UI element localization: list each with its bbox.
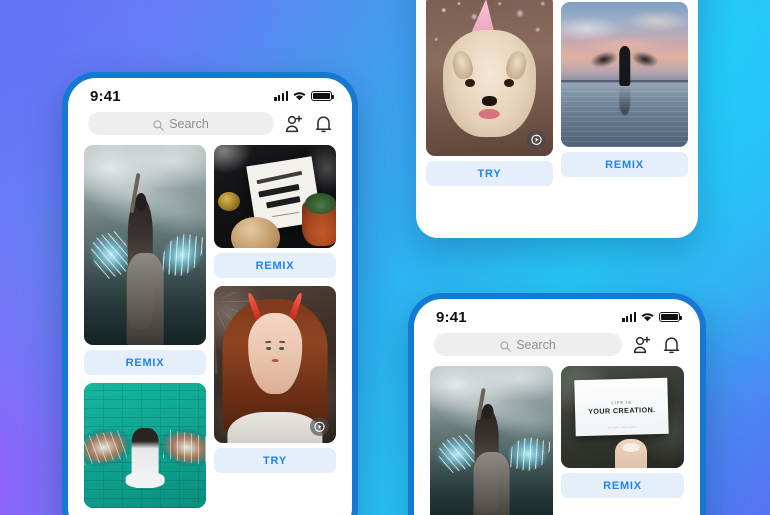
feed-grid-left: REMIX REMIX TRY — [68, 145, 352, 508]
feed-column-right: REMIX REMIX — [561, 0, 688, 177]
status-time: 9:41 — [436, 308, 467, 326]
notifications-bell-icon[interactable] — [662, 334, 682, 356]
thumbnail-teal-brick-wings[interactable] — [84, 383, 206, 508]
header-bar: Search — [414, 329, 700, 366]
feed-card[interactable]: TRY — [214, 286, 336, 473]
feed-column-left: REMIX — [84, 145, 206, 508]
search-icon — [500, 339, 511, 352]
thumbnail-sunset-beach-angel[interactable] — [561, 2, 688, 147]
feed-card[interactable]: REMIX — [84, 145, 206, 375]
status-time: 9:41 — [90, 87, 121, 105]
try-button[interactable]: TRY — [426, 161, 553, 186]
search-placeholder-text: Search — [516, 337, 556, 352]
add-friend-icon[interactable] — [284, 113, 304, 135]
feed-column-left — [430, 366, 553, 515]
try-button[interactable]: TRY — [214, 448, 336, 473]
play-badge-icon[interactable] — [310, 417, 329, 436]
poster-line-1: LIFE IS — [610, 399, 632, 406]
cellular-signal-icon — [622, 312, 636, 322]
mockup-scene: 9:41 Search REMIX REMIX TRY TRY REMIX 9:… — [0, 0, 770, 515]
feed-grid-panel: REMIX — [426, 0, 688, 186]
battery-icon — [311, 90, 335, 102]
add-friend-icon[interactable] — [632, 334, 652, 356]
cellular-signal-icon — [274, 91, 288, 101]
feed-card[interactable] — [84, 383, 206, 508]
feed-card[interactable] — [430, 366, 553, 515]
phone-mockup-bottom-right: 9:41 Search LIFE IS YOUR CREATION. be yo… — [408, 293, 706, 515]
wifi-icon — [641, 312, 654, 322]
status-icons — [274, 90, 335, 102]
thumbnail-devil-horns-portrait[interactable] — [214, 286, 336, 443]
poster-line-3: be your own artist — [607, 426, 636, 431]
feed-column-right: REMIX TRY — [214, 145, 336, 473]
thumbnail-quote-flatlay[interactable] — [214, 145, 336, 248]
remix-button[interactable]: REMIX — [214, 253, 336, 278]
search-input[interactable]: Search — [434, 333, 622, 356]
header-bar: Search — [68, 108, 352, 145]
thumbnail-life-is-your-creation[interactable]: LIFE IS YOUR CREATION. be your own artis… — [561, 366, 684, 468]
phone-screen-bottom-right: 9:41 Search LIFE IS YOUR CREATION. be yo… — [414, 299, 700, 515]
battery-icon — [659, 311, 683, 323]
remix-button[interactable]: REMIX — [561, 152, 688, 177]
remix-button[interactable]: REMIX — [561, 473, 684, 498]
feed-card[interactable]: LIFE IS YOUR CREATION. be your own artis… — [561, 366, 684, 498]
search-placeholder-text: Search — [169, 116, 209, 131]
feed-card[interactable]: TRY — [426, 0, 553, 186]
status-bar: 9:41 — [68, 78, 352, 108]
thumbnail-angel-wings-storm[interactable] — [84, 145, 206, 345]
feed-grid-bottom-right: LIFE IS YOUR CREATION. be your own artis… — [414, 366, 700, 515]
thumbnail-angel-wings-storm-2[interactable] — [430, 366, 553, 515]
search-icon — [153, 118, 164, 131]
poster-line-2: YOUR CREATION. — [587, 404, 656, 416]
phone-mockup-left: 9:41 Search REMIX REMIX TRY — [62, 72, 358, 515]
wifi-icon — [293, 91, 306, 101]
feed-card[interactable]: REMIX — [214, 145, 336, 278]
feed-column-left: REMIX — [426, 0, 553, 186]
remix-button[interactable]: REMIX — [84, 350, 206, 375]
thumbnail-party-dog[interactable] — [426, 0, 553, 156]
feed-column-right: LIFE IS YOUR CREATION. be your own artis… — [561, 366, 684, 498]
phone-screen-left: 9:41 Search REMIX REMIX TRY — [68, 78, 352, 515]
feed-card-panel-top-right: REMIX — [416, 0, 698, 238]
notifications-bell-icon[interactable] — [314, 113, 334, 135]
search-input[interactable]: Search — [88, 112, 274, 135]
status-bar: 9:41 — [414, 299, 700, 329]
play-badge-icon[interactable] — [527, 130, 546, 149]
feed-card[interactable]: REMIX — [561, 2, 688, 177]
status-icons — [622, 311, 683, 323]
